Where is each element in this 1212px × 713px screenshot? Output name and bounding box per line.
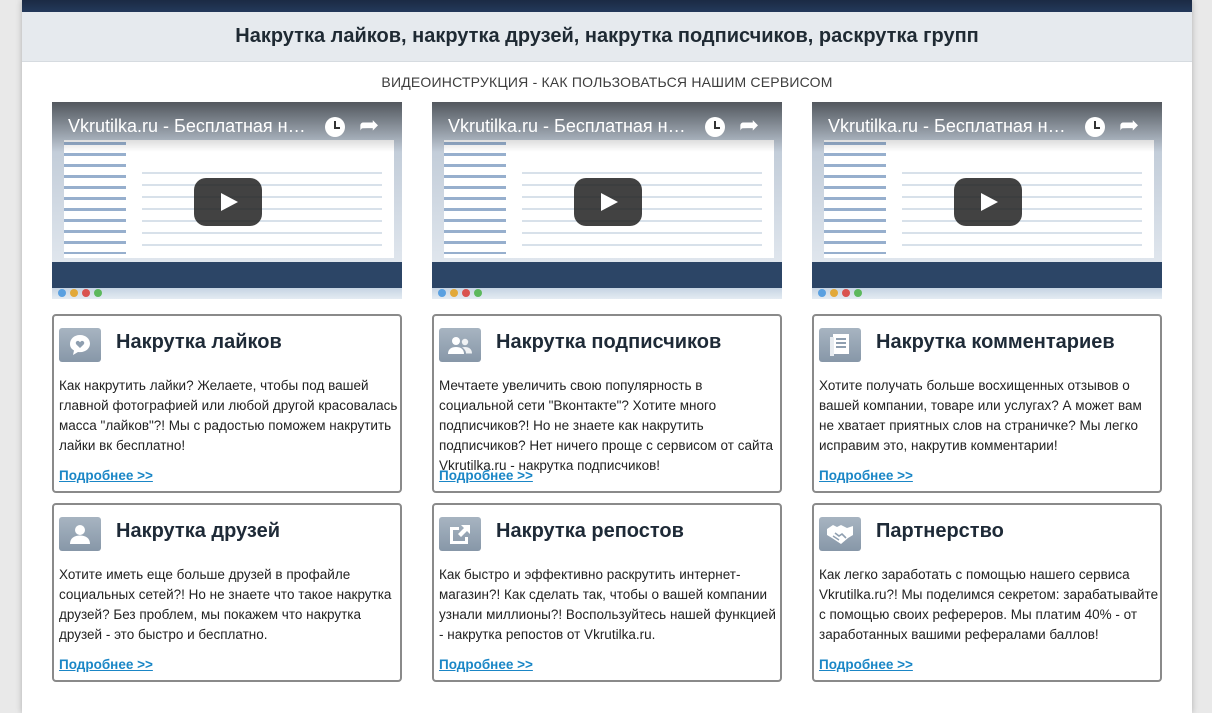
share-icon[interactable]: ➦ xyxy=(739,114,759,138)
service-description: Как накрутить лайки? Желаете, чтобы под … xyxy=(59,378,398,453)
thumbnail-taskbar xyxy=(52,288,402,299)
play-button[interactable] xyxy=(194,178,262,226)
thumbnail-taskbar xyxy=(432,288,782,299)
play-button[interactable] xyxy=(574,178,642,226)
service-description: Мечтаете увеличить свою популярность в с… xyxy=(439,378,774,473)
read-more-link[interactable]: Подробнее >> xyxy=(59,468,153,483)
video-player[interactable]: Vkrutilka.ru - Бесплатная на... ➦ xyxy=(52,102,402,299)
read-more-link[interactable]: Подробнее >> xyxy=(819,657,913,672)
service-description: Хотите получать больше восхищенных отзыв… xyxy=(819,378,1142,453)
video-player[interactable]: Vkrutilka.ru - Бесплатная на... ➦ xyxy=(432,102,782,299)
service-description: Как быстро и эффективно раскрутить интер… xyxy=(439,567,776,642)
service-card-likes: Накрутка лайков Как накрутить лайки? Жел… xyxy=(52,314,402,493)
video-player[interactable]: Vkrutilka.ru - Бесплатная на... ➦ xyxy=(812,102,1162,299)
video-title[interactable]: Vkrutilka.ru - Бесплатная на... xyxy=(448,116,688,137)
read-more-link[interactable]: Подробнее >> xyxy=(59,657,153,672)
video-section-title: ВИДЕОИНСТРУКЦИЯ - КАК ПОЛЬЗОВАТЬСЯ НАШИМ… xyxy=(381,74,833,90)
watch-later-icon[interactable] xyxy=(325,117,345,137)
user-icon xyxy=(59,517,101,551)
handshake-icon xyxy=(819,517,861,551)
service-card-comments: Накрутка комментариев Хотите получать бо… xyxy=(812,314,1162,493)
service-card-reposts: Накрутка репостов Как быстро и эффективн… xyxy=(432,503,782,682)
read-more-link[interactable]: Подробнее >> xyxy=(439,657,533,672)
video-title[interactable]: Vkrutilka.ru - Бесплатная на... xyxy=(68,116,308,137)
share-icon[interactable]: ➦ xyxy=(359,114,379,138)
thumbnail-taskbar xyxy=(812,288,1162,299)
service-title: Накрутка лайков xyxy=(116,331,282,353)
service-card-friends: Накрутка друзей Хотите иметь еще больше … xyxy=(52,503,402,682)
heart-chat-icon xyxy=(59,328,101,362)
page: Накрутка лайков, накрутка друзей, накрут… xyxy=(22,0,1192,713)
service-description: Как легко заработать с помощью нашего се… xyxy=(819,567,1159,642)
top-banner xyxy=(22,0,1192,12)
service-description: Хотите иметь еще больше друзей в профайл… xyxy=(59,567,392,642)
service-card-partnership: Партнерство Как легко заработать с помощ… xyxy=(812,503,1162,682)
page-title: Накрутка лайков, накрутка друзей, накрут… xyxy=(22,12,1192,62)
video-title[interactable]: Vkrutilka.ru - Бесплатная на... xyxy=(828,116,1068,137)
service-title: Партнерство xyxy=(876,520,1004,542)
service-title: Накрутка подписчиков xyxy=(496,331,722,353)
users-icon xyxy=(439,328,481,362)
share-icon[interactable]: ➦ xyxy=(1119,114,1139,138)
service-title: Накрутка друзей xyxy=(116,520,280,542)
share-arrow-icon xyxy=(439,517,481,551)
service-title: Накрутка репостов xyxy=(496,520,684,542)
document-icon xyxy=(819,328,861,362)
watch-later-icon[interactable] xyxy=(705,117,725,137)
read-more-link[interactable]: Подробнее >> xyxy=(819,468,913,483)
play-button[interactable] xyxy=(954,178,1022,226)
service-card-subscribers: Накрутка подписчиков Мечтаете увеличить … xyxy=(432,314,782,493)
watch-later-icon[interactable] xyxy=(1085,117,1105,137)
video-list: Vkrutilka.ru - Бесплатная на... ➦ Vkruti… xyxy=(52,102,1162,299)
service-title: Накрутка комментариев xyxy=(876,331,1115,353)
read-more-link[interactable]: Подробнее >> xyxy=(439,468,533,483)
